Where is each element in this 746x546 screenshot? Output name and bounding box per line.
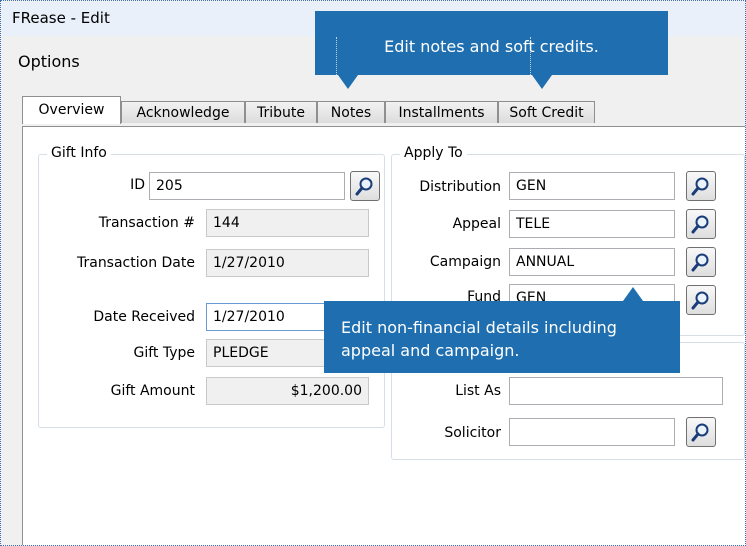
magnifier-icon: [691, 423, 709, 442]
menu-options[interactable]: Options: [18, 52, 80, 71]
transaction-label: Transaction #: [98, 215, 195, 231]
tab-acknowledge[interactable]: Acknowledge: [121, 101, 245, 123]
campaign-label: Campaign: [429, 254, 501, 270]
distribution-field[interactable]: GEN: [509, 172, 675, 200]
gift-amount-label: Gift Amount: [110, 383, 195, 399]
transaction-field: 144: [206, 209, 369, 237]
magnifier-icon: [355, 177, 373, 196]
callout-arrow: [623, 287, 643, 301]
id-label: ID: [130, 177, 145, 193]
window-title: FRease - Edit: [12, 9, 110, 27]
appeal-label: Appeal: [452, 216, 501, 232]
campaign-lookup-button[interactable]: [686, 247, 716, 277]
appeal-lookup-button[interactable]: [686, 209, 716, 239]
tab-strip: Overview Acknowledge Tribute Notes Insta…: [22, 95, 622, 127]
list-as-label: List As: [455, 383, 501, 399]
transaction-date-field: 1/27/2010: [206, 249, 369, 277]
list-as-field[interactable]: [509, 377, 723, 405]
magnifier-icon: [691, 253, 709, 272]
apply-to-title: Apply To: [400, 145, 467, 161]
tab-tribute[interactable]: Tribute: [245, 101, 317, 123]
transaction-date-label: Transaction Date: [76, 255, 195, 271]
callout-arrow: [532, 75, 552, 89]
tab-soft-credit[interactable]: Soft Credit: [498, 101, 595, 123]
apply-to-callout: Edit non-financial details including app…: [324, 287, 680, 373]
callout-arrow: [338, 75, 358, 89]
solicitor-field[interactable]: [509, 418, 675, 446]
gift-type-label: Gift Type: [133, 345, 195, 361]
tab-notes[interactable]: Notes: [317, 101, 385, 123]
solicitor-label: Solicitor: [444, 425, 501, 441]
campaign-field[interactable]: ANNUAL: [509, 248, 675, 276]
magnifier-icon: [691, 291, 709, 310]
notes-callout: Edit notes and soft credits.: [315, 11, 668, 89]
tab-installments[interactable]: Installments: [385, 101, 498, 123]
distribution-label: Distribution: [419, 179, 501, 195]
gift-info-title: Gift Info: [47, 145, 111, 161]
id-field[interactable]: 205: [149, 172, 345, 200]
magnifier-icon: [691, 215, 709, 234]
distribution-lookup-button[interactable]: [686, 171, 716, 201]
date-received-label: Date Received: [93, 309, 195, 325]
appeal-field[interactable]: TELE: [509, 210, 675, 238]
tab-overview[interactable]: Overview: [22, 96, 121, 124]
solicitor-lookup-button[interactable]: [686, 417, 716, 447]
notes-callout-text: Edit notes and soft credits.: [384, 37, 599, 56]
magnifier-icon: [691, 177, 709, 196]
gift-amount-field: $1,200.00: [206, 377, 369, 405]
apply-to-callout-text: Edit non-financial details including app…: [341, 318, 617, 360]
id-lookup-button[interactable]: [350, 171, 380, 201]
fund-lookup-button[interactable]: [686, 285, 716, 315]
